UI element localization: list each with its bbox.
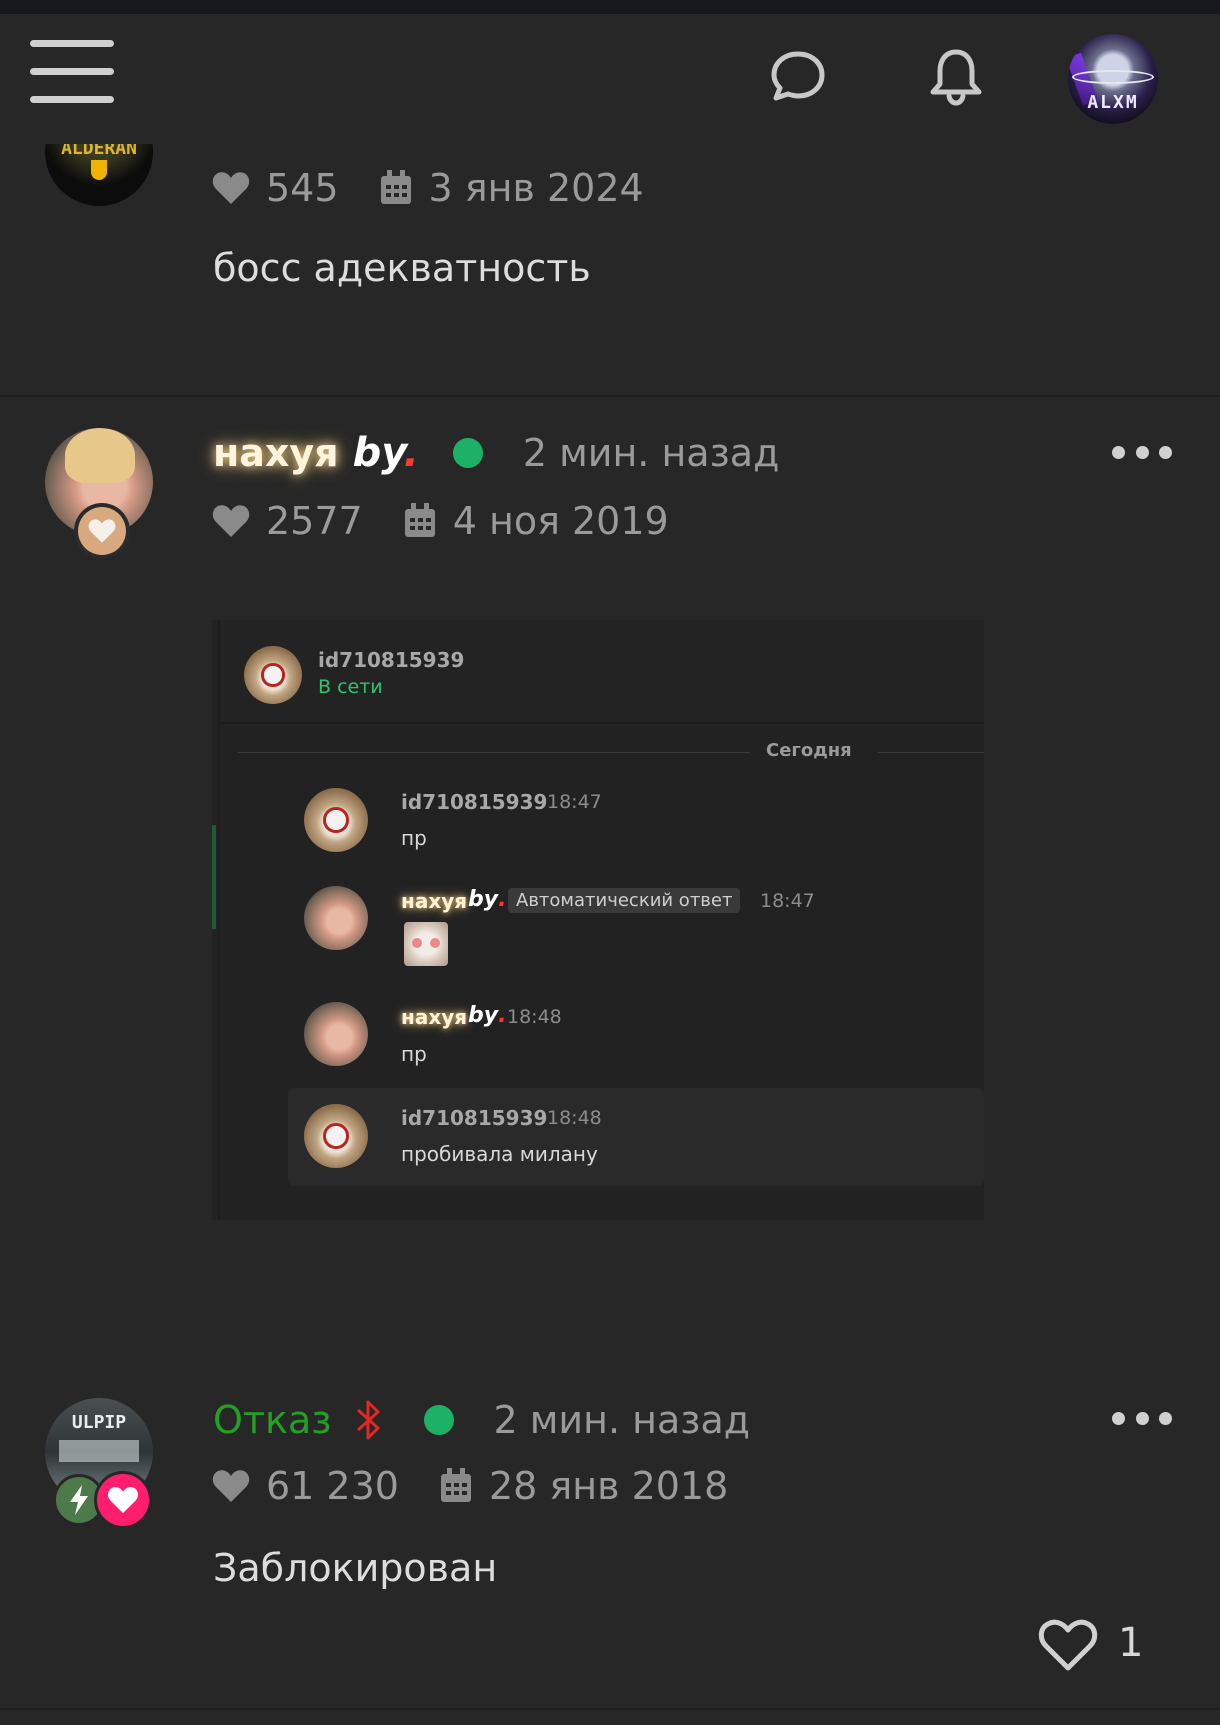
registration-date: 4 ноя 2019 bbox=[452, 499, 669, 543]
highlighted-message bbox=[288, 1088, 984, 1186]
message-author: нахуя bbox=[401, 1005, 468, 1029]
auto-reply-badge: Автоматический ответ bbox=[508, 888, 741, 913]
top-bar: ALXM bbox=[0, 14, 1220, 144]
message-text: пробивала милану bbox=[401, 1142, 598, 1166]
chat-avatar bbox=[304, 1002, 368, 1066]
heart-icon bbox=[212, 1470, 250, 1502]
timestamp: 2 мин. назад bbox=[522, 431, 780, 475]
message-author: id710815939 bbox=[401, 1106, 548, 1130]
favorite-badge bbox=[74, 503, 130, 559]
heart-icon bbox=[212, 505, 250, 537]
online-indicator bbox=[452, 438, 483, 468]
likes-count: 545 bbox=[266, 166, 339, 210]
online-indicator bbox=[423, 1405, 454, 1435]
chat-header bbox=[220, 620, 984, 724]
comment-meta: 61 230 28 янв 2018 bbox=[212, 1461, 728, 1511]
more-options-button[interactable] bbox=[1112, 440, 1172, 464]
chat-avatar bbox=[244, 646, 302, 704]
by-badge: by. bbox=[468, 887, 507, 912]
likes-count: 61 230 bbox=[266, 1464, 399, 1508]
comment-text: босс адекватность bbox=[213, 246, 591, 290]
message-author: id710815939 bbox=[401, 790, 548, 814]
message-author: нахуя bbox=[401, 889, 468, 913]
by-badge: by. bbox=[468, 1003, 507, 1028]
comment-text: Заблокирован bbox=[213, 1546, 498, 1590]
registration-date: 3 янв 2024 bbox=[428, 166, 644, 210]
heart-icon bbox=[108, 1487, 138, 1514]
attached-screenshot[interactable]: id710815939 В сети Сегодня id710815939 1… bbox=[212, 620, 984, 1220]
comment-meta: 2577 4 ноя 2019 bbox=[212, 496, 669, 546]
day-separator: Сегодня bbox=[212, 740, 984, 764]
heart-icon bbox=[212, 172, 250, 204]
comment-header: Отказ 2 мин. назад bbox=[213, 1392, 750, 1448]
lightning-icon bbox=[70, 1485, 88, 1515]
chat-avatar bbox=[304, 788, 368, 852]
bell-icon[interactable] bbox=[926, 46, 986, 106]
sticker-image bbox=[404, 922, 448, 966]
username[interactable]: Отказ bbox=[213, 1398, 332, 1442]
registration-date: 28 янв 2018 bbox=[488, 1464, 729, 1508]
heart-icon bbox=[88, 519, 116, 543]
chat-status: В сети bbox=[318, 676, 383, 698]
calendar-icon bbox=[380, 170, 411, 204]
user-avatar[interactable]: ALXM bbox=[1068, 34, 1158, 124]
avatar-logo: ULPIP bbox=[71, 1412, 127, 1433]
status-strip bbox=[0, 0, 1220, 14]
menu-button[interactable] bbox=[30, 40, 114, 110]
message-time: 18:47 bbox=[760, 890, 815, 912]
more-options-button[interactable] bbox=[1112, 1406, 1172, 1430]
likes-count: 2577 bbox=[266, 499, 363, 543]
chat-avatar bbox=[304, 1104, 368, 1168]
comment-header: нахуя by. 2 мин. назад bbox=[213, 425, 779, 481]
bluetooth-icon bbox=[356, 1400, 379, 1440]
calendar-icon bbox=[440, 1468, 471, 1502]
comment-meta: 545 3 янв 2024 bbox=[212, 163, 644, 213]
timestamp: 2 мин. назад bbox=[493, 1398, 751, 1442]
username[interactable]: нахуя bbox=[213, 431, 339, 475]
message-text: пр bbox=[401, 1042, 427, 1066]
divider bbox=[0, 395, 1220, 397]
message-time: 18:48 bbox=[547, 1107, 602, 1129]
message-time: 18:47 bbox=[547, 791, 602, 813]
calendar-icon bbox=[404, 503, 435, 537]
chat-username: id710815939 bbox=[318, 648, 465, 672]
chat-bubble-icon[interactable] bbox=[768, 46, 828, 106]
comment-like-count: 1 bbox=[1118, 1620, 1144, 1666]
chat-avatar bbox=[304, 886, 368, 950]
heart-badge bbox=[94, 1471, 152, 1529]
by-badge: by. bbox=[352, 430, 419, 476]
message-text: пр bbox=[401, 826, 427, 850]
message-time: 18:48 bbox=[507, 1006, 562, 1028]
like-comment-button[interactable] bbox=[1038, 1618, 1098, 1672]
divider bbox=[0, 1708, 1220, 1710]
